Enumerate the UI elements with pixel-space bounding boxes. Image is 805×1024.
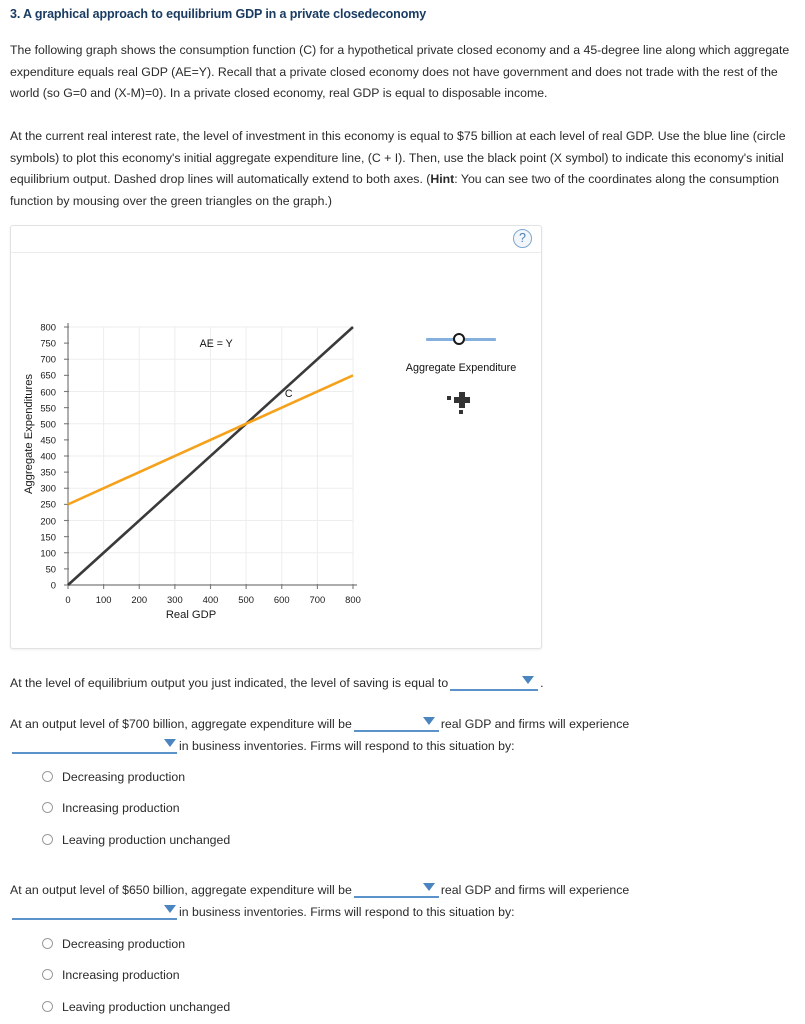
radio-700-decreasing[interactable]: Decreasing production: [42, 770, 185, 788]
inventories-700-dropdown[interactable]: [12, 735, 177, 754]
radio-button-icon: [42, 771, 53, 782]
radio-button-icon: [42, 1001, 53, 1012]
inventories-650-dropdown[interactable]: [12, 901, 177, 920]
expenditure-700-dropdown[interactable]: [353, 713, 439, 732]
plot-area[interactable]: Aggregate Expenditures Real GDP 0 50 100 15…: [11, 253, 543, 649]
intro-paragraph-1: The following graph shows the consumptio…: [10, 43, 790, 100]
chevron-down-icon: [422, 717, 435, 725]
intro-paragraph-2: At the current real interest rate, the l…: [10, 126, 792, 212]
radio-650-decreasing[interactable]: Decreasing production: [42, 937, 185, 955]
radio-700-unchanged-label: Leaving production unchanged: [62, 833, 231, 847]
legend-caption: Aggregate Expenditure: [405, 362, 517, 374]
radio-700-increasing[interactable]: Increasing production: [42, 801, 180, 819]
page-title: 3. A graphical approach to equilibrium G…: [10, 7, 427, 21]
hint-label: Hint: [430, 172, 455, 186]
legend-tool-palette: Aggregate Expenditure: [381, 331, 541, 414]
radio-650-increasing-label: Increasing production: [62, 968, 180, 982]
question-saving-text: At the level of equilibrium output you j…: [10, 676, 449, 690]
question-saving: At the level of equilibrium output you j…: [10, 672, 544, 692]
radio-button-icon: [42, 938, 53, 949]
question-650-line2: in business inventories. Firms will resp…: [10, 901, 515, 921]
graph-toolbar: ?: [11, 226, 541, 253]
chevron-down-icon: [164, 739, 176, 747]
radio-650-decreasing-label: Decreasing production: [62, 937, 186, 951]
question-700-text-after: real GDP and firms will experience: [440, 717, 630, 731]
point-tool-dot-left-icon: [447, 396, 451, 400]
question-700-line2: in business inventories. Firms will resp…: [10, 735, 515, 755]
help-icon[interactable]: ?: [513, 229, 532, 248]
chevron-down-icon: [422, 883, 435, 891]
point-tool-dot-bottom-icon: [459, 410, 463, 414]
chevron-down-icon: [522, 676, 535, 684]
radio-button-icon: [42, 834, 53, 845]
radio-650-unchanged[interactable]: Leaving production unchanged: [42, 1000, 230, 1018]
radio-700-decreasing-label: Decreasing production: [62, 770, 186, 784]
series-label-ae: AE = Y: [199, 337, 233, 350]
question-650-line2-text: in business inventories. Firms will resp…: [179, 905, 515, 919]
chart-svg[interactable]: [11, 253, 543, 649]
radio-button-icon: [42, 802, 53, 813]
series-label-c: C: [284, 388, 293, 401]
question-700-line1: At an output level of $700 billion, aggr…: [10, 713, 629, 733]
saving-dropdown[interactable]: [450, 672, 539, 691]
aggregate-expenditure-line-tool[interactable]: [381, 331, 541, 347]
black-point-x-tool[interactable]: [381, 392, 541, 414]
radio-button-icon: [42, 969, 53, 980]
question-650-line1: At an output level of $650 billion, aggr…: [10, 879, 629, 899]
question-650-text-after: real GDP and firms will experience: [440, 883, 630, 897]
question-700-text-before: At an output level of $700 billion, aggr…: [10, 717, 352, 731]
point-tool-cross-horizontal-icon: [454, 397, 470, 403]
radio-700-unchanged[interactable]: Leaving production unchanged: [42, 833, 230, 851]
question-650-text-before: At an output level of $650 billion, aggr…: [10, 883, 352, 897]
graph-panel: ? Aggregate Expenditures Real GDP 0 50 100…: [10, 225, 542, 649]
chevron-down-icon: [164, 905, 176, 913]
expenditure-650-dropdown[interactable]: [353, 879, 439, 898]
circle-symbol-icon: [453, 332, 465, 345]
radio-700-increasing-label: Increasing production: [62, 801, 180, 815]
radio-650-unchanged-label: Leaving production unchanged: [62, 1000, 231, 1014]
question-saving-period: .: [540, 676, 544, 690]
radio-650-increasing[interactable]: Increasing production: [42, 968, 180, 986]
question-700-line2-text: in business inventories. Firms will resp…: [179, 739, 515, 753]
exercise-page: 3. A graphical approach to equilibrium G…: [0, 0, 805, 1024]
